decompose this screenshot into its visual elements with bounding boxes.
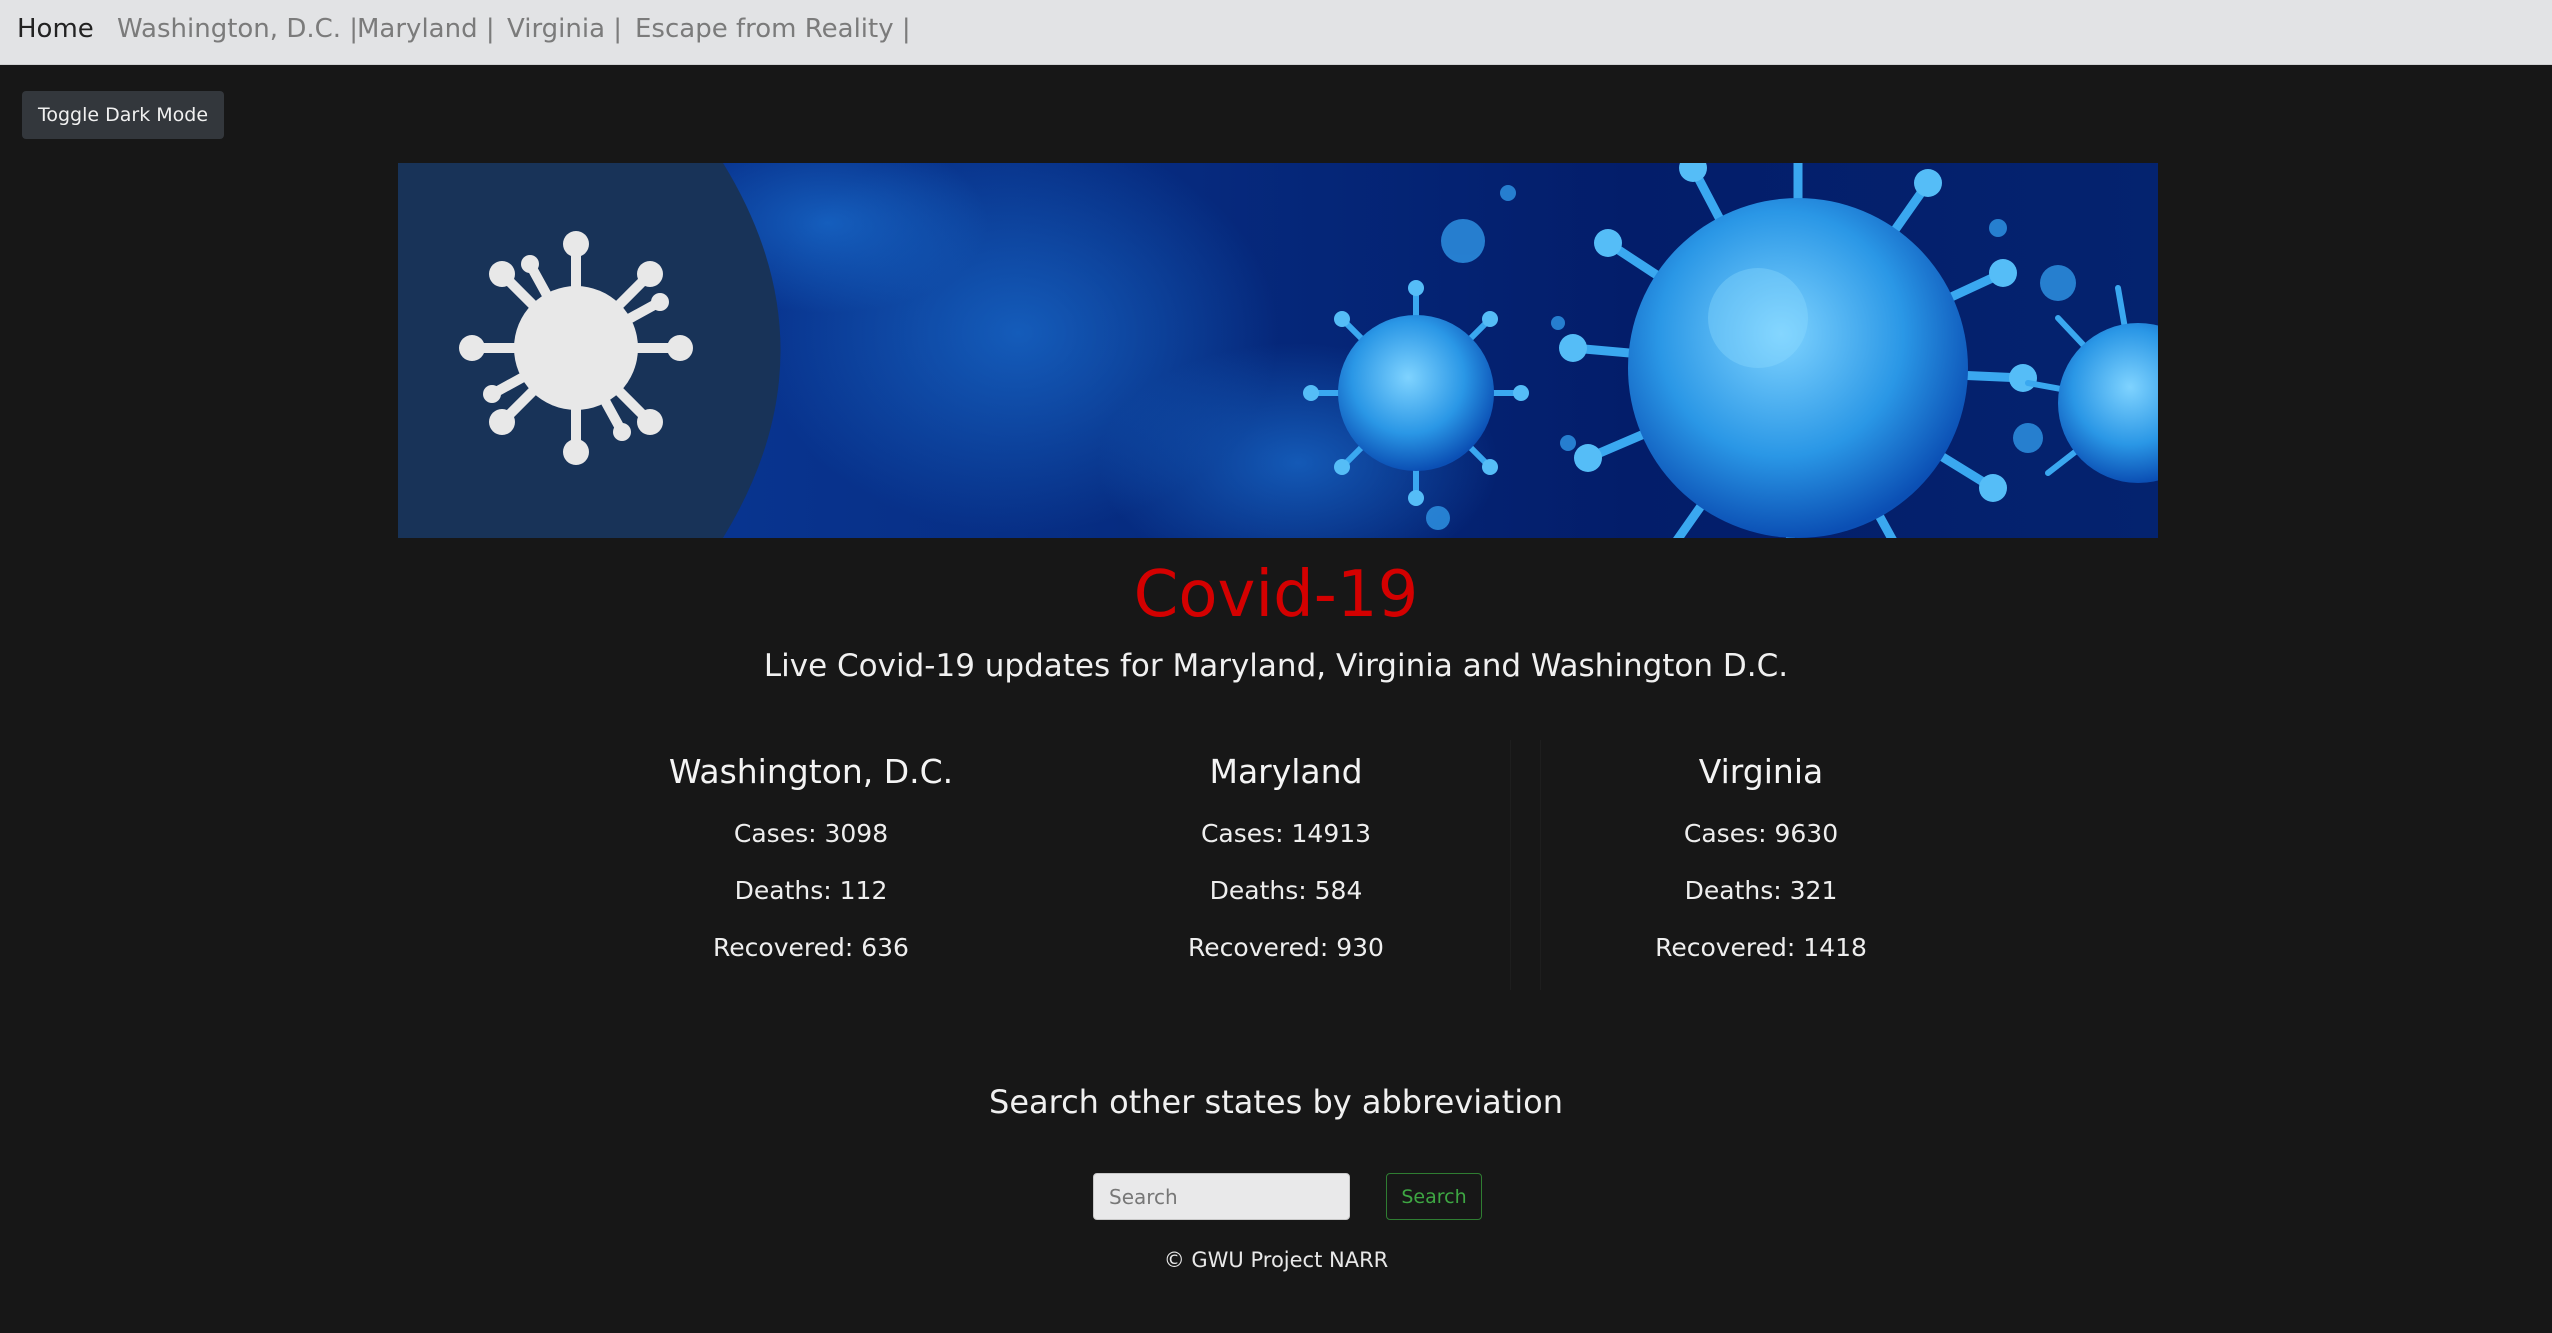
deaths-stat: Deaths321	[1551, 874, 1971, 908]
nav-link-virginia[interactable]: Virginia |	[507, 12, 622, 46]
column-divider	[1540, 740, 1541, 990]
navbar: Home Washington, D.C. | Maryland | Virgi…	[0, 0, 2552, 65]
nav-link-maryland[interactable]: Maryland |	[357, 12, 495, 46]
page-subtitle: Live Covid-19 updates for Maryland, Virg…	[763, 648, 1789, 684]
state-name: Virginia	[1698, 752, 1824, 791]
virus-icon	[459, 231, 693, 465]
footer-copyright: © GWU Project NARR	[1163, 1248, 1389, 1272]
recovered-stat: Recovered930	[1076, 931, 1496, 965]
cases-stat: Cases14913	[1076, 817, 1496, 851]
cases-stat: Cases9630	[1551, 817, 1971, 851]
search-input[interactable]	[1093, 1173, 1350, 1220]
toggle-dark-mode-button[interactable]: Toggle Dark Mode	[22, 91, 224, 139]
deaths-stat: Deaths584	[1076, 874, 1496, 908]
recovered-stat: Recovered636	[601, 931, 1021, 965]
state-card-maryland: Maryland Cases14913 Deaths584 Recovered9…	[1076, 750, 1496, 965]
state-card-washington-dc: Washington, D.C. Cases3098 Deaths112 Rec…	[601, 750, 1021, 965]
page-title: Covid-19	[1133, 558, 1419, 632]
nav-link-home[interactable]: Home	[17, 12, 94, 46]
search-heading: Search other states by abbreviation	[989, 1083, 1563, 1121]
state-name: Washington, D.C.	[668, 752, 954, 791]
nav-link-washington-dc[interactable]: Washington, D.C. |	[117, 12, 358, 46]
cases-stat: Cases3098	[601, 817, 1021, 851]
covid-banner-image	[398, 163, 2158, 538]
search-button[interactable]: Search	[1386, 1173, 1482, 1220]
state-card-virginia: Virginia Cases9630 Deaths321 Recovered14…	[1551, 750, 1971, 965]
recovered-stat: Recovered1418	[1551, 931, 1971, 965]
state-name: Maryland	[1209, 752, 1363, 791]
nav-link-escape-from-reality[interactable]: Escape from Reality |	[635, 12, 911, 46]
column-divider	[1510, 740, 1511, 990]
deaths-stat: Deaths112	[601, 874, 1021, 908]
